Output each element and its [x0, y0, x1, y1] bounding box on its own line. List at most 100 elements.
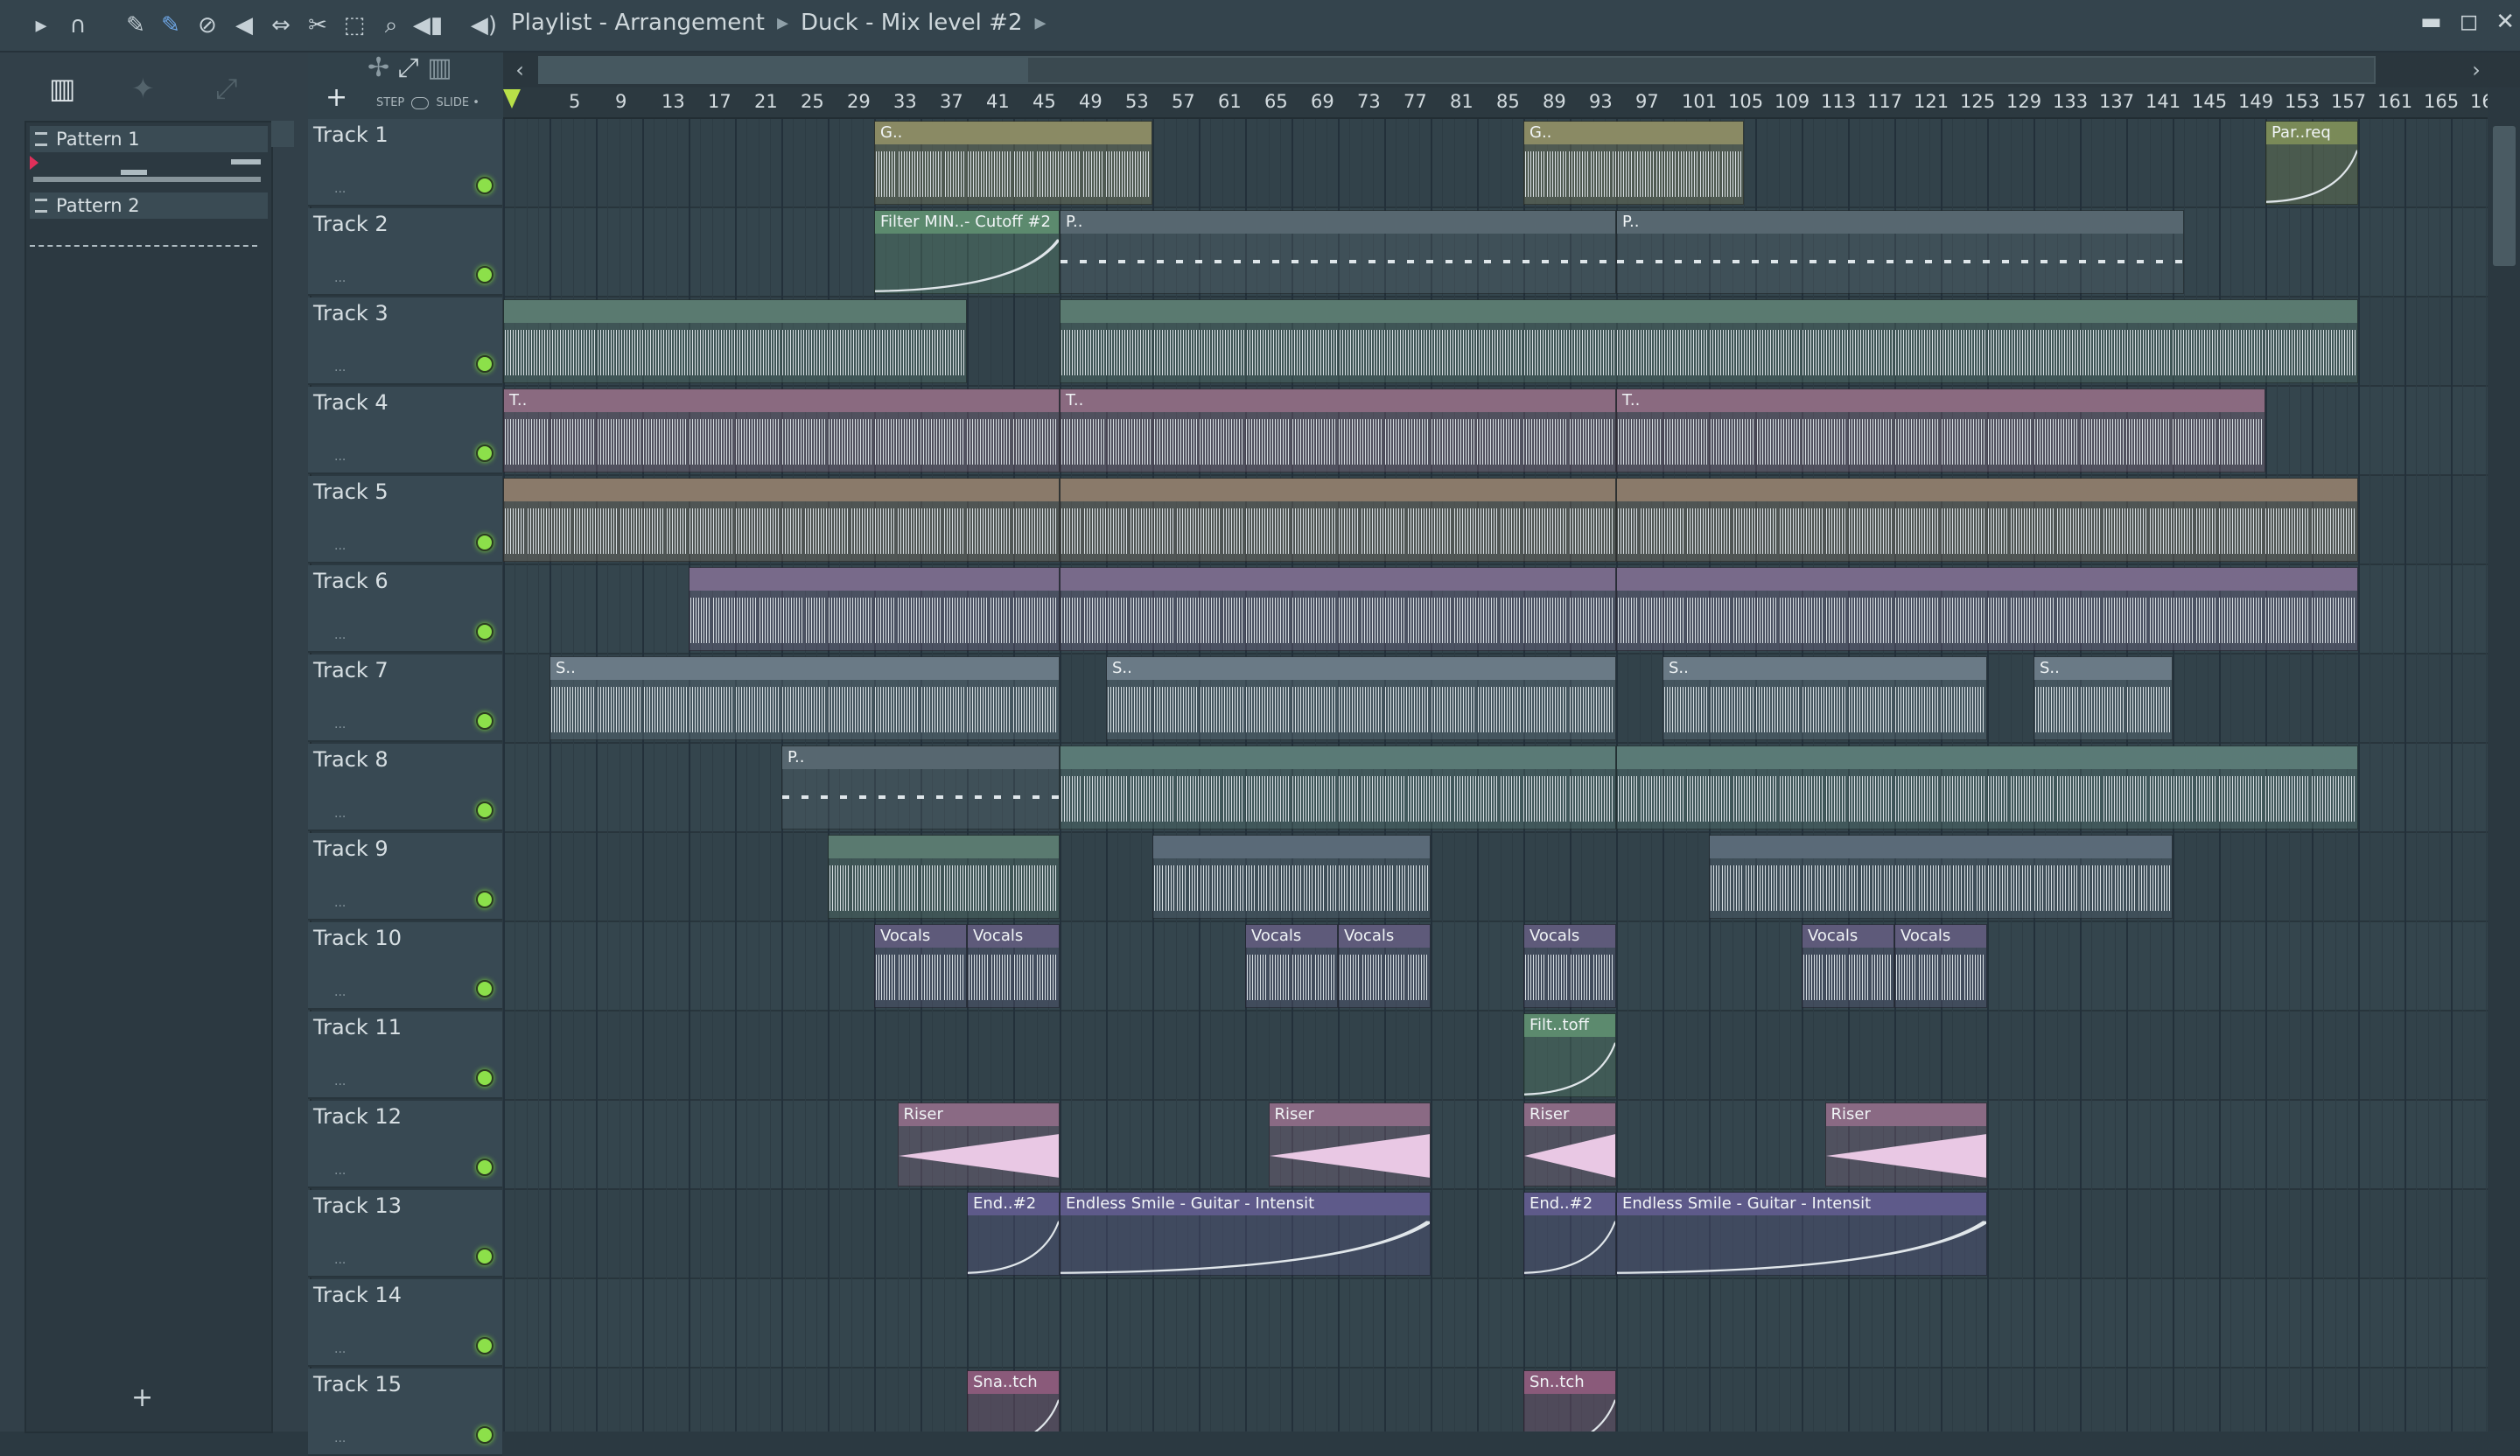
- playlist-clip[interactable]: Par..req: [2265, 121, 2358, 205]
- clip-header[interactable]: G..: [1524, 122, 1743, 144]
- playlist-clip[interactable]: T..: [1616, 388, 2265, 472]
- clip-header[interactable]: End..#2: [968, 1193, 1059, 1215]
- clip-header[interactable]: [1710, 836, 2172, 858]
- clip-header[interactable]: End..#2: [1524, 1193, 1615, 1215]
- playlist-clip[interactable]: [1152, 835, 1431, 919]
- clip-header[interactable]: Endless Smile - Guitar - Intensit: [1617, 1193, 1986, 1215]
- playlist-grid[interactable]: G.. G.. Par..req Filter MIN..- Cutoff #2 P..…: [503, 119, 2488, 1432]
- clip-header[interactable]: [1060, 568, 1615, 591]
- track-header[interactable]: Track 1 ···: [308, 119, 502, 206]
- playback-icon[interactable]: ◀▮: [411, 9, 444, 42]
- playlist-clip[interactable]: S..: [1662, 656, 1987, 740]
- audio-icon[interactable]: ✦: [131, 72, 155, 105]
- step-slide-toggle[interactable]: STEP SLIDE •: [376, 96, 480, 109]
- clip-header[interactable]: Vocals: [1802, 925, 1894, 948]
- scroll-left-icon[interactable]: ‹: [507, 52, 533, 88]
- track-header[interactable]: Track 8 ···: [308, 744, 502, 831]
- clip-header[interactable]: Vocals: [1339, 925, 1430, 948]
- speaker-icon[interactable]: ◀): [467, 9, 500, 42]
- clip-header[interactable]: Riser: [1524, 1103, 1615, 1126]
- playlist-clip[interactable]: [1060, 299, 2358, 383]
- playlist-clip[interactable]: Vocals: [967, 924, 1060, 1008]
- delete-icon[interactable]: ⊘: [191, 9, 224, 42]
- playlist-clip[interactable]: Riser: [1824, 1102, 1987, 1186]
- playlist-clip[interactable]: Vocals: [1245, 924, 1338, 1008]
- track-lane[interactable]: [503, 119, 2488, 208]
- clip-header[interactable]: [504, 479, 1059, 501]
- playlist-clip[interactable]: S..: [1106, 656, 1616, 740]
- track-lane[interactable]: [503, 1101, 2488, 1190]
- track-header[interactable]: Track 5 ···: [308, 476, 502, 564]
- clip-header[interactable]: Vocals: [1524, 925, 1615, 948]
- track-header[interactable]: Track 11 ···: [308, 1012, 502, 1099]
- playlist-clip[interactable]: P..: [1616, 210, 2185, 294]
- playlist-clip[interactable]: Riser: [897, 1102, 1060, 1186]
- track-enable-led[interactable]: [476, 1426, 494, 1444]
- playlist-clip[interactable]: P..: [781, 746, 1060, 830]
- playlist-clip[interactable]: T..: [1060, 388, 1616, 472]
- playlist-clip[interactable]: [1616, 567, 2358, 651]
- track-lane[interactable]: [503, 1190, 2488, 1279]
- playlist-clip[interactable]: Filt..toff: [1523, 1013, 1616, 1097]
- track-enable-led[interactable]: [476, 712, 494, 730]
- track-header[interactable]: Track 12 ···: [308, 1101, 502, 1188]
- clip-header[interactable]: Filter MIN..- Cutoff #2: [875, 211, 1059, 234]
- playlist-clip[interactable]: End..#2: [967, 1192, 1060, 1276]
- clip-header[interactable]: Vocals: [1246, 925, 1337, 948]
- pattern-item[interactable]: Pattern 1: [30, 126, 268, 152]
- playlist-clip[interactable]: Vocals: [1523, 924, 1616, 1008]
- track-enable-led[interactable]: [476, 444, 494, 462]
- track-enable-led[interactable]: [476, 802, 494, 819]
- playlist-clip[interactable]: S..: [2034, 656, 2173, 740]
- track-header[interactable]: Track 14 ···: [308, 1279, 502, 1367]
- track-header[interactable]: Track 13 ···: [308, 1190, 502, 1278]
- playlist-clip[interactable]: Vocals: [1802, 924, 1894, 1008]
- track-lane[interactable]: [503, 922, 2488, 1012]
- playlist-clip[interactable]: Vocals: [874, 924, 967, 1008]
- zoom-icon[interactable]: ⌕: [374, 9, 408, 42]
- waveform-icon[interactable]: ✢: [368, 52, 389, 83]
- magnet-icon[interactable]: ∩: [61, 9, 94, 42]
- picker-scroll-button[interactable]: [271, 121, 294, 147]
- clip-header[interactable]: Vocals: [875, 925, 966, 948]
- track-enable-led[interactable]: [476, 1069, 494, 1087]
- playlist-clip[interactable]: Endless Smile - Guitar - Intensit: [1060, 1192, 1431, 1276]
- track-header[interactable]: Track 7 ···: [308, 654, 502, 742]
- playlist-clip[interactable]: G..: [1523, 121, 1744, 205]
- playlist-clip[interactable]: P..: [1060, 210, 1616, 294]
- overview-visible-region[interactable]: [538, 56, 1028, 84]
- clip-header[interactable]: Endless Smile - Guitar - Intensit: [1060, 1193, 1430, 1215]
- track-lane[interactable]: [503, 1279, 2488, 1368]
- track-enable-led[interactable]: [476, 177, 494, 194]
- add-pattern-button[interactable]: +: [131, 1382, 153, 1413]
- clip-header[interactable]: [1060, 746, 1615, 769]
- track-header[interactable]: Track 10 ···: [308, 922, 502, 1010]
- track-header[interactable]: Track 2 ···: [308, 208, 502, 296]
- track-enable-led[interactable]: [476, 1158, 494, 1176]
- clip-header[interactable]: [1060, 300, 2357, 323]
- clip-header[interactable]: [1617, 568, 2357, 591]
- track-enable-led[interactable]: [476, 891, 494, 908]
- track-header[interactable]: Track 3 ···: [308, 298, 502, 385]
- track-header[interactable]: Track 15 ···: [308, 1368, 502, 1456]
- playlist-clip[interactable]: Vocals: [1338, 924, 1431, 1008]
- clip-header[interactable]: P..: [1060, 211, 1615, 234]
- maximize-button[interactable]: ◻: [2460, 9, 2479, 35]
- overview-scrollbar[interactable]: ‹ ›: [503, 52, 2520, 88]
- vertical-scrollbar[interactable]: [2488, 88, 2520, 1432]
- playlist-clip[interactable]: [1060, 746, 1616, 830]
- playlist-clip[interactable]: T..: [503, 388, 1060, 472]
- slip-icon[interactable]: ⇔: [264, 9, 298, 42]
- clip-header[interactable]: T..: [1060, 389, 1615, 412]
- automation-icon[interactable]: ⤢: [215, 72, 238, 106]
- piano-mini-icon[interactable]: ▥: [427, 52, 452, 83]
- clip-header[interactable]: [1060, 479, 1615, 501]
- track-header[interactable]: Track 6 ···: [308, 565, 502, 653]
- minimize-button[interactable]: ▬: [2420, 9, 2442, 35]
- close-button[interactable]: ✕: [2496, 9, 2515, 35]
- clip-header[interactable]: Par..req: [2266, 122, 2357, 144]
- track-lane[interactable]: [503, 1012, 2488, 1101]
- playlist-clip[interactable]: [828, 835, 1060, 919]
- clip-header[interactable]: S..: [1663, 657, 1986, 680]
- clip-header[interactable]: [690, 568, 1059, 591]
